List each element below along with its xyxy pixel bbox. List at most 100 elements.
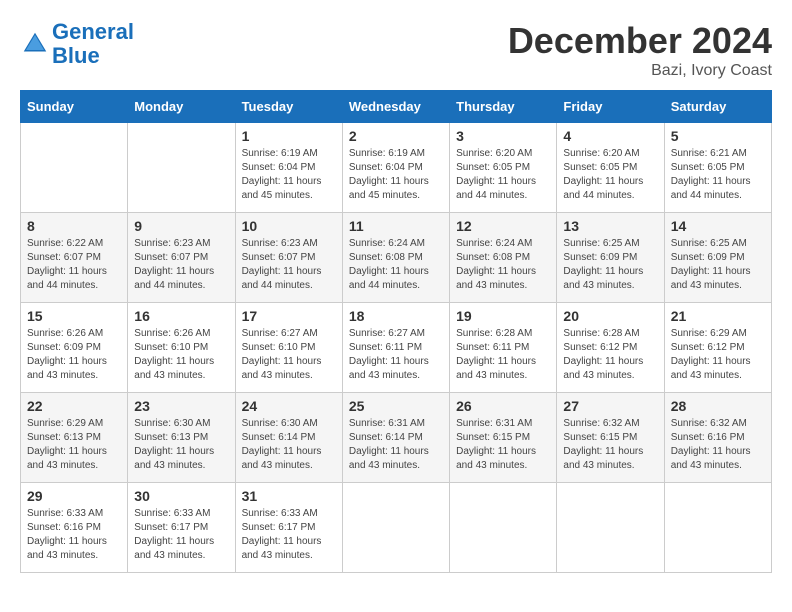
calendar-week-3: 15 Sunrise: 6:26 AMSunset: 6:09 PMDayligh… bbox=[21, 303, 772, 393]
calendar-cell: 16 Sunrise: 6:26 AMSunset: 6:10 PMDayligh… bbox=[128, 303, 235, 393]
day-info: Sunrise: 6:26 AMSunset: 6:10 PMDaylight:… bbox=[134, 327, 228, 383]
calendar-cell: 14 Sunrise: 6:25 AMSunset: 6:09 PMDayligh… bbox=[664, 213, 771, 303]
col-thursday: Thursday bbox=[450, 91, 557, 123]
day-number: 11 bbox=[349, 218, 443, 234]
day-info: Sunrise: 6:27 AMSunset: 6:10 PMDaylight:… bbox=[242, 327, 336, 383]
day-info: Sunrise: 6:25 AMSunset: 6:09 PMDaylight:… bbox=[671, 237, 765, 293]
col-wednesday: Wednesday bbox=[342, 91, 449, 123]
col-sunday: Sunday bbox=[21, 91, 128, 123]
day-number: 25 bbox=[349, 398, 443, 414]
col-tuesday: Tuesday bbox=[235, 91, 342, 123]
day-info: Sunrise: 6:32 AMSunset: 6:15 PMDaylight:… bbox=[563, 417, 657, 473]
calendar-cell: 9 Sunrise: 6:23 AMSunset: 6:07 PMDaylight… bbox=[128, 213, 235, 303]
logo: General Blue bbox=[20, 20, 134, 68]
calendar-cell: 20Sunrise: 6:28 AMSunset: 6:12 PMDayligh… bbox=[557, 303, 664, 393]
day-info: Sunrise: 6:21 AMSunset: 6:05 PMDaylight:… bbox=[671, 147, 765, 203]
day-number: 19 bbox=[456, 308, 550, 324]
day-info: Sunrise: 6:31 AMSunset: 6:15 PMDaylight:… bbox=[456, 417, 550, 473]
day-number: 10 bbox=[242, 218, 336, 234]
day-info: Sunrise: 6:28 AMSunset: 6:11 PMDaylight:… bbox=[456, 327, 550, 383]
calendar-cell: 26 Sunrise: 6:31 AMSunset: 6:15 PMDayligh… bbox=[450, 393, 557, 483]
day-number: 3 bbox=[456, 128, 550, 144]
day-info: Sunrise: 6:20 AMSunset: 6:05 PMDaylight:… bbox=[456, 147, 550, 203]
calendar-cell: 12Sunrise: 6:24 AMSunset: 6:08 PMDayligh… bbox=[450, 213, 557, 303]
calendar-cell: 17Sunrise: 6:27 AMSunset: 6:10 PMDayligh… bbox=[235, 303, 342, 393]
calendar-cell: 30 Sunrise: 6:33 AMSunset: 6:17 PMDayligh… bbox=[128, 483, 235, 573]
calendar-cell bbox=[21, 123, 128, 213]
calendar-cell: 29 Sunrise: 6:33 AMSunset: 6:16 PMDayligh… bbox=[21, 483, 128, 573]
day-number: 30 bbox=[134, 488, 228, 504]
day-number: 26 bbox=[456, 398, 550, 414]
day-info: Sunrise: 6:19 AMSunset: 6:04 PMDaylight:… bbox=[349, 147, 443, 203]
calendar-cell bbox=[342, 483, 449, 573]
day-info: Sunrise: 6:24 AMSunset: 6:08 PMDaylight:… bbox=[456, 237, 550, 293]
day-info: Sunrise: 6:25 AMSunset: 6:09 PMDaylight:… bbox=[563, 237, 657, 293]
day-info: Sunrise: 6:22 AMSunset: 6:07 PMDaylight:… bbox=[27, 237, 121, 293]
day-number: 28 bbox=[671, 398, 765, 414]
day-number: 5 bbox=[671, 128, 765, 144]
calendar-week-4: 22 Sunrise: 6:29 AMSunset: 6:13 PMDayligh… bbox=[21, 393, 772, 483]
day-number: 23 bbox=[134, 398, 228, 414]
day-number: 8 bbox=[27, 218, 121, 234]
day-number: 16 bbox=[134, 308, 228, 324]
calendar-cell bbox=[450, 483, 557, 573]
day-info: Sunrise: 6:33 AMSunset: 6:16 PMDaylight:… bbox=[27, 507, 121, 563]
day-number: 14 bbox=[671, 218, 765, 234]
day-info: Sunrise: 6:24 AMSunset: 6:08 PMDaylight:… bbox=[349, 237, 443, 293]
day-number: 9 bbox=[134, 218, 228, 234]
col-monday: Monday bbox=[128, 91, 235, 123]
day-info: Sunrise: 6:19 AMSunset: 6:04 PMDaylight:… bbox=[242, 147, 336, 203]
calendar-cell: 22 Sunrise: 6:29 AMSunset: 6:13 PMDayligh… bbox=[21, 393, 128, 483]
logo-text: General Blue bbox=[52, 20, 134, 68]
calendar-week-2: 8 Sunrise: 6:22 AMSunset: 6:07 PMDaylight… bbox=[21, 213, 772, 303]
calendar-cell: 11 Sunrise: 6:24 AMSunset: 6:08 PMDayligh… bbox=[342, 213, 449, 303]
day-number: 15 bbox=[27, 308, 121, 324]
day-info: Sunrise: 6:23 AMSunset: 6:07 PMDaylight:… bbox=[134, 237, 228, 293]
title-block: December 2024 Bazi, Ivory Coast bbox=[508, 20, 772, 80]
calendar-cell: 25Sunrise: 6:31 AMSunset: 6:14 PMDayligh… bbox=[342, 393, 449, 483]
calendar-cell: 3 Sunrise: 6:20 AMSunset: 6:05 PMDaylight… bbox=[450, 123, 557, 213]
day-number: 21 bbox=[671, 308, 765, 324]
calendar-header: Sunday Monday Tuesday Wednesday Thursday… bbox=[21, 91, 772, 123]
day-number: 13 bbox=[563, 218, 657, 234]
day-number: 29 bbox=[27, 488, 121, 504]
day-number: 27 bbox=[563, 398, 657, 414]
calendar-cell bbox=[664, 483, 771, 573]
calendar-cell bbox=[557, 483, 664, 573]
calendar-cell: 23 Sunrise: 6:30 AMSunset: 6:13 PMDayligh… bbox=[128, 393, 235, 483]
calendar-cell: 4Sunrise: 6:20 AMSunset: 6:05 PMDaylight… bbox=[557, 123, 664, 213]
day-info: Sunrise: 6:28 AMSunset: 6:12 PMDaylight:… bbox=[563, 327, 657, 383]
calendar-cell: 21 Sunrise: 6:29 AMSunset: 6:12 PMDayligh… bbox=[664, 303, 771, 393]
col-friday: Friday bbox=[557, 91, 664, 123]
page-header: General Blue December 2024 Bazi, Ivory C… bbox=[20, 20, 772, 80]
calendar-cell bbox=[128, 123, 235, 213]
day-info: Sunrise: 6:29 AMSunset: 6:12 PMDaylight:… bbox=[671, 327, 765, 383]
calendar-cell: 1Sunrise: 6:19 AMSunset: 6:04 PMDaylight… bbox=[235, 123, 342, 213]
calendar-cell: 15 Sunrise: 6:26 AMSunset: 6:09 PMDayligh… bbox=[21, 303, 128, 393]
day-info: Sunrise: 6:33 AMSunset: 6:17 PMDaylight:… bbox=[134, 507, 228, 563]
calendar-cell: 2Sunrise: 6:19 AMSunset: 6:04 PMDaylight… bbox=[342, 123, 449, 213]
calendar-cell: 10 Sunrise: 6:23 AMSunset: 6:07 PMDayligh… bbox=[235, 213, 342, 303]
day-info: Sunrise: 6:30 AMSunset: 6:14 PMDaylight:… bbox=[242, 417, 336, 473]
day-number: 22 bbox=[27, 398, 121, 414]
day-info: Sunrise: 6:29 AMSunset: 6:13 PMDaylight:… bbox=[27, 417, 121, 473]
calendar-cell: 8 Sunrise: 6:22 AMSunset: 6:07 PMDaylight… bbox=[21, 213, 128, 303]
calendar-cell: 24Sunrise: 6:30 AMSunset: 6:14 PMDayligh… bbox=[235, 393, 342, 483]
calendar-week-1: 1Sunrise: 6:19 AMSunset: 6:04 PMDaylight… bbox=[21, 123, 772, 213]
day-info: Sunrise: 6:33 AMSunset: 6:17 PMDaylight:… bbox=[242, 507, 336, 563]
day-info: Sunrise: 6:30 AMSunset: 6:13 PMDaylight:… bbox=[134, 417, 228, 473]
calendar-cell: 19 Sunrise: 6:28 AMSunset: 6:11 PMDayligh… bbox=[450, 303, 557, 393]
day-number: 4 bbox=[563, 128, 657, 144]
calendar-cell: 27 Sunrise: 6:32 AMSunset: 6:15 PMDayligh… bbox=[557, 393, 664, 483]
location: Bazi, Ivory Coast bbox=[508, 62, 772, 80]
day-info: Sunrise: 6:32 AMSunset: 6:16 PMDaylight:… bbox=[671, 417, 765, 473]
calendar-cell: 13 Sunrise: 6:25 AMSunset: 6:09 PMDayligh… bbox=[557, 213, 664, 303]
day-info: Sunrise: 6:26 AMSunset: 6:09 PMDaylight:… bbox=[27, 327, 121, 383]
calendar-week-5: 29 Sunrise: 6:33 AMSunset: 6:16 PMDayligh… bbox=[21, 483, 772, 573]
logo-icon bbox=[20, 29, 50, 59]
day-info: Sunrise: 6:23 AMSunset: 6:07 PMDaylight:… bbox=[242, 237, 336, 293]
calendar-cell: 28 Sunrise: 6:32 AMSunset: 6:16 PMDayligh… bbox=[664, 393, 771, 483]
col-saturday: Saturday bbox=[664, 91, 771, 123]
logo-line1: General bbox=[52, 19, 134, 44]
day-info: Sunrise: 6:27 AMSunset: 6:11 PMDaylight:… bbox=[349, 327, 443, 383]
